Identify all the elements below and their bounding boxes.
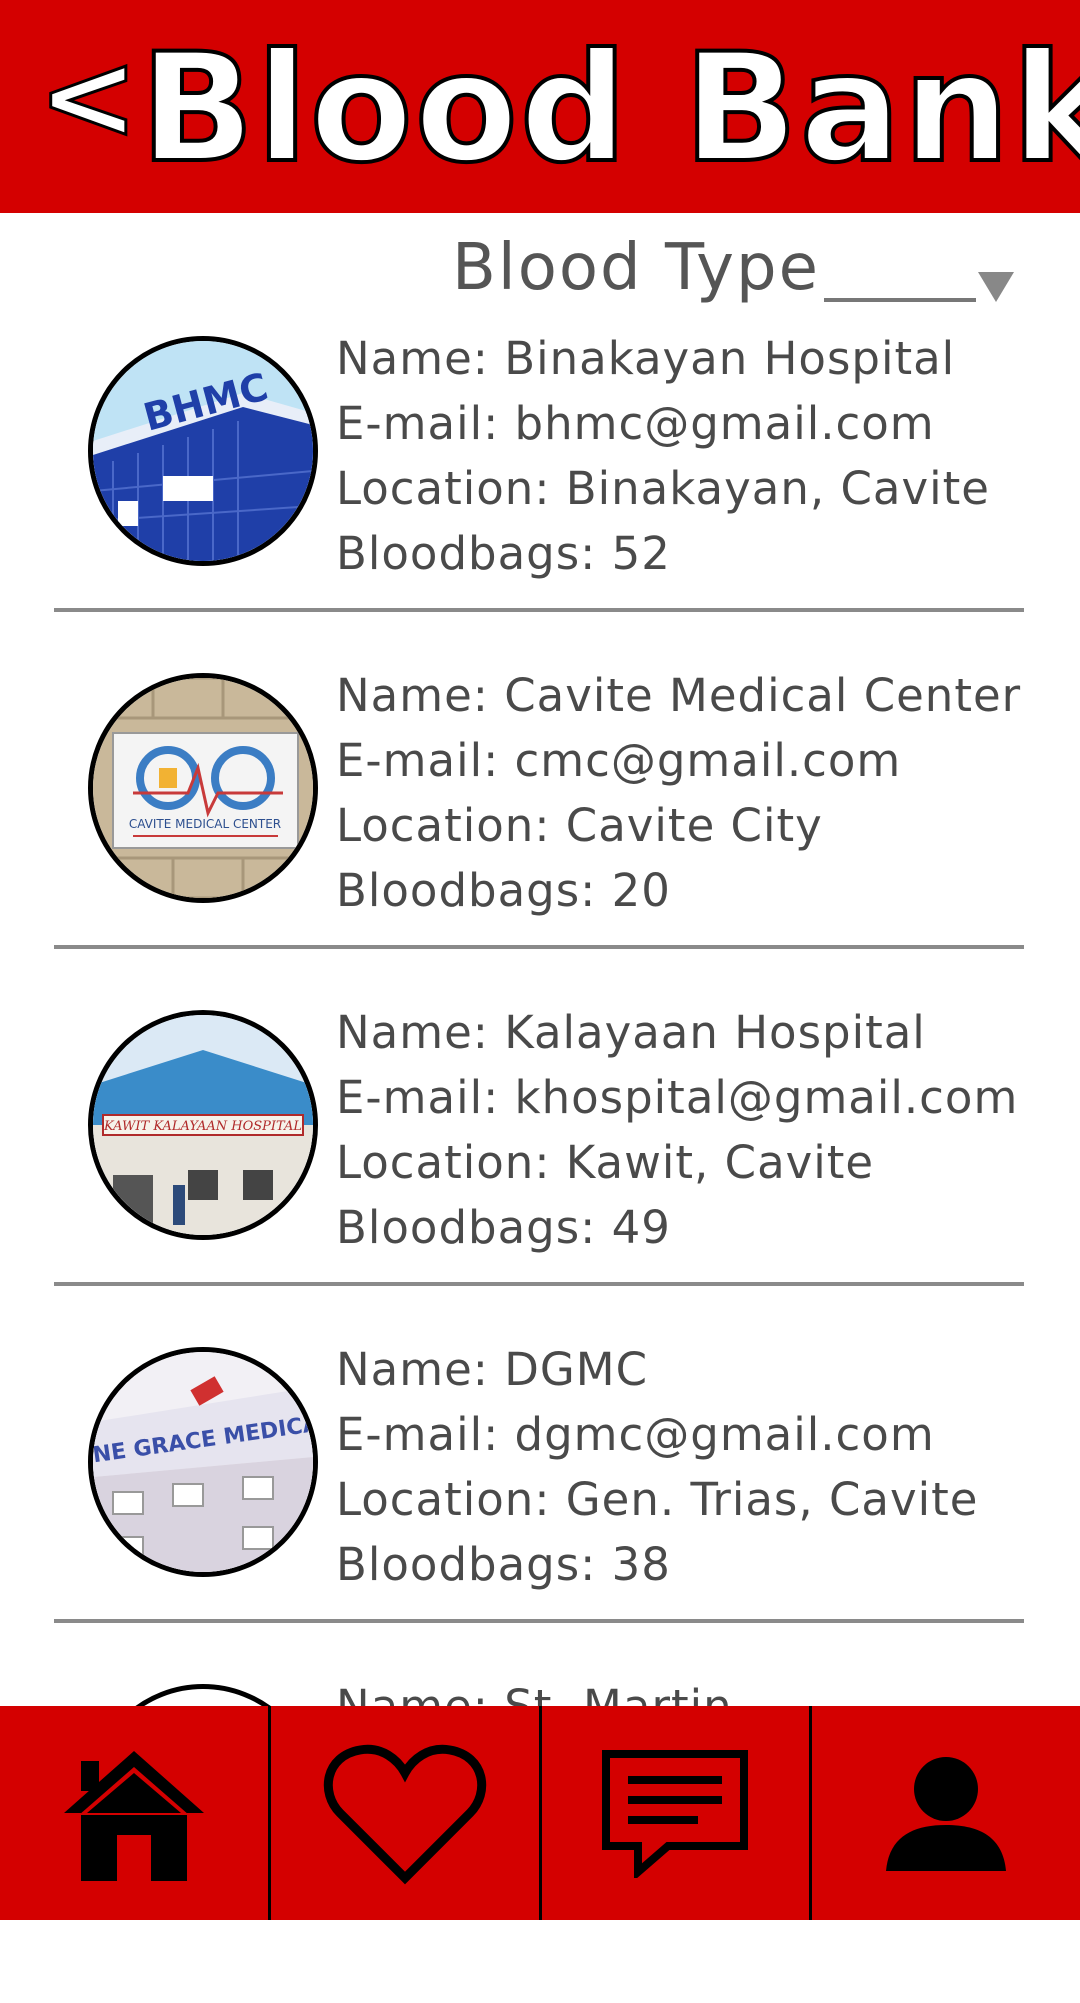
hospital-list-item[interactable]: BHMC Name: Binakayan Hospital E-mail: bh…: [0, 318, 1080, 655]
hospital-logo: CAVITE MEDICAL CENTER: [88, 673, 318, 903]
hospital-info: Name: Cavite Medical Center E-mail: cmc@…: [336, 663, 1080, 923]
bottom-nav: [0, 1706, 1080, 1920]
home-icon: [63, 1751, 204, 1881]
hospital-bloodbags: Bloodbags: 20: [336, 864, 671, 917]
hospital-logo: INE GRACE MEDICA: [88, 1347, 318, 1577]
hospital-logo: BHMC: [88, 336, 318, 566]
divider: [54, 1619, 1024, 1623]
hospital-bloodbags: Bloodbags: 49: [336, 1201, 671, 1254]
hospital-name: Name: DGMC: [336, 1343, 648, 1396]
blood-type-label: Blood Type: [452, 231, 820, 305]
hospital-location: Location: Cavite City: [336, 799, 823, 852]
nav-profile[interactable]: [812, 1706, 1080, 1920]
hospital-bloodbags: Bloodbags: 52: [336, 527, 671, 580]
blood-type-value-line[interactable]: [823, 298, 976, 302]
hospital-logo: KAWIT KALAYAAN HOSPITAL: [88, 1010, 318, 1240]
hospital-location: Location: Kawit, Cavite: [336, 1136, 875, 1189]
logo-text: CAVITE MEDICAL CENTER: [129, 817, 281, 831]
hospital-info: Name: Binakayan Hospital E-mail: bhmc@gm…: [336, 326, 1080, 586]
page-title: Blood Bank: [138, 22, 1080, 196]
hospital-email[interactable]: E-mail: bhmc@gmail.com: [336, 391, 1080, 456]
hospital-location: Location: Binakayan, Cavite: [336, 462, 990, 515]
hospital-email[interactable]: E-mail: cmc@gmail.com: [336, 728, 1080, 793]
hospital-name: Name: Cavite Medical Center: [336, 669, 1022, 722]
profile-icon: [886, 1757, 1007, 1871]
back-button[interactable]: <: [37, 36, 141, 159]
divider: [54, 945, 1024, 949]
blood-type-filter[interactable]: Blood Type: [452, 228, 1014, 308]
dropdown-arrow-icon[interactable]: [977, 272, 1014, 302]
hospital-info: Name: Kalayaan Hospital E-mail: khospita…: [336, 1000, 1080, 1260]
divider: [54, 1282, 1024, 1286]
chat-icon: [602, 1750, 749, 1878]
app-header: < Blood Bank: [0, 0, 1080, 213]
hospital-email[interactable]: E-mail: dgmc@gmail.com: [336, 1402, 1080, 1467]
heart-icon: [323, 1744, 486, 1885]
divider: [54, 608, 1024, 612]
hospital-location: Location: Gen. Trias, Cavite: [336, 1473, 979, 1526]
logo-text: KAWIT KALAYAAN HOSPITAL: [103, 1119, 302, 1134]
hospital-name: Name: Binakayan Hospital: [336, 332, 956, 385]
hospital-list-item[interactable]: CAVITE MEDICAL CENTER Name: Cavite Medic…: [0, 655, 1080, 992]
hospital-name: Name: Kalayaan Hospital: [336, 1006, 926, 1059]
hospital-email[interactable]: E-mail: khospital@gmail.com: [336, 1065, 1080, 1130]
hospital-bloodbags: Bloodbags: 38: [336, 1538, 671, 1591]
hospital-list-item[interactable]: KAWIT KALAYAAN HOSPITAL Name: Kalayaan H…: [0, 992, 1080, 1329]
nav-messages[interactable]: [542, 1706, 813, 1920]
hospital-list-item[interactable]: INE GRACE MEDICA Name: DGMC E-mail: dgmc…: [0, 1329, 1080, 1666]
nav-favorites[interactable]: [271, 1706, 542, 1920]
nav-home[interactable]: [0, 1706, 271, 1920]
hospital-info: Name: DGMC E-mail: dgmc@gmail.com Locati…: [336, 1337, 1080, 1597]
